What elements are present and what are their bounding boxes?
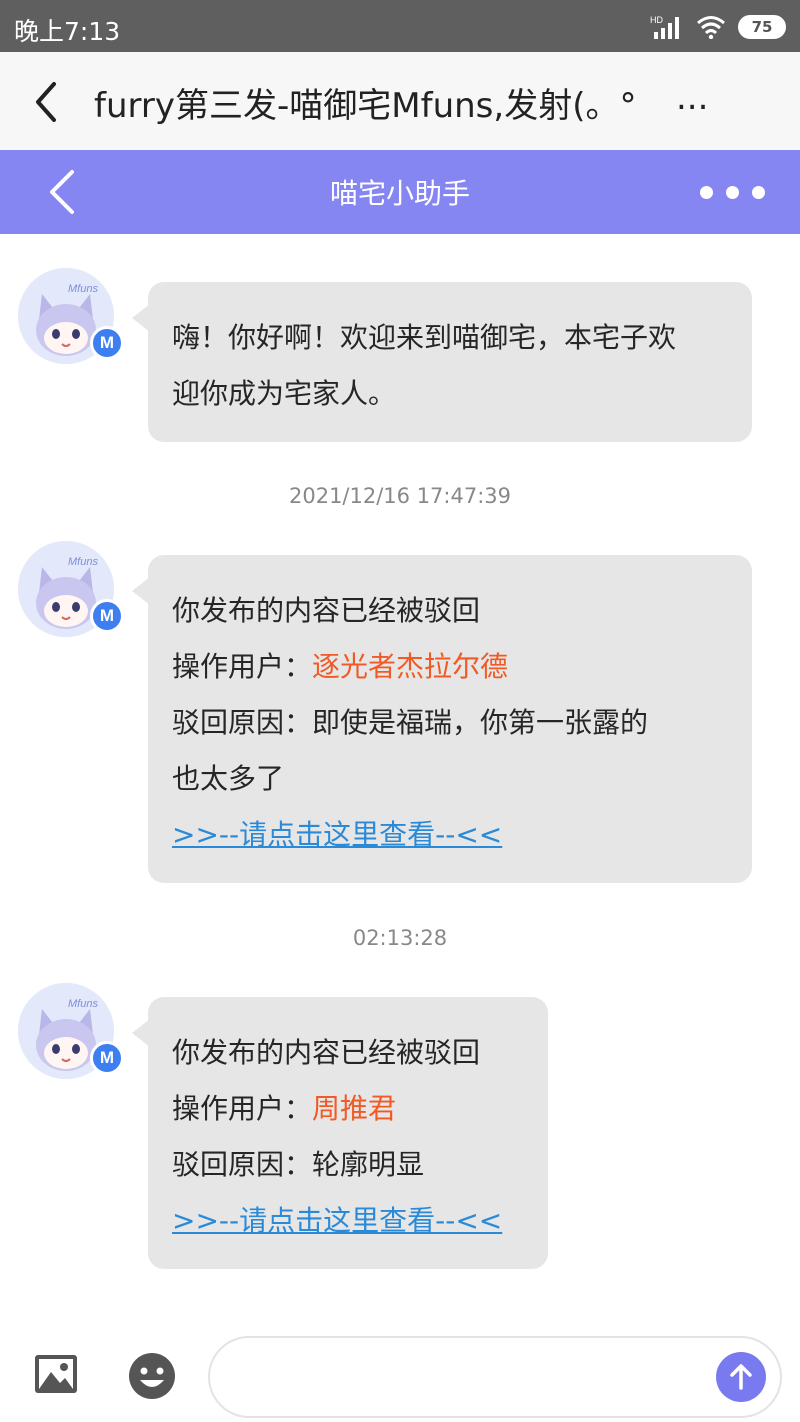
app-header: 喵宅小助手 (0, 150, 800, 234)
more-dots-icon[interactable] (700, 186, 765, 199)
message-timestamp: 02:13:28 (352, 926, 448, 950)
signal-icon: HD (650, 15, 679, 39)
operator-label: 操作用户： (172, 650, 313, 683)
m-badge: M (90, 326, 124, 360)
svg-text:Mfuns: Mfuns (68, 998, 98, 1010)
avatar[interactable]: Mfuns M (18, 541, 124, 637)
avatar[interactable]: Mfuns M (18, 983, 124, 1079)
status-bar: 晚上7:13 HD 75 (0, 0, 800, 52)
operator-line: 操作用户：周推君 (172, 1081, 524, 1137)
m-badge: M (90, 599, 124, 633)
image-icon[interactable] (34, 1354, 78, 1394)
status-time: 晚上7:13 (14, 17, 121, 46)
status-icons: HD 75 (650, 13, 786, 41)
message-bubble: 你发布的内容已经被驳回 操作用户：周推君 驳回原因：轮廓明显 >>--请点击这里… (132, 997, 548, 1269)
message-text: 你发布的内容已经被驳回 (172, 594, 481, 627)
message-text: 嗨！你好啊！欢迎来到喵御宅，本宅子欢 (172, 321, 677, 354)
arrow-up-icon (730, 1364, 752, 1390)
reason-text: 驳回原因：即使是福瑞，你第一张露的 (172, 706, 649, 739)
view-details-link[interactable]: >>--请点击这里查看--<< (172, 1193, 524, 1249)
operator-name[interactable]: 周推君 (312, 1092, 396, 1125)
message-input[interactable] (208, 1336, 782, 1418)
chat-title: 喵宅小助手 (329, 177, 470, 210)
message-text: 你发布的内容已经被驳回 (172, 1036, 481, 1069)
chevron-left-icon[interactable] (30, 82, 66, 122)
operator-name[interactable]: 逐光者杰拉尔德 (312, 650, 508, 683)
svg-text:HD: HD (650, 15, 663, 25)
message-text: 迎你成为宅家人。 (172, 377, 397, 410)
title-ellipsis: ... (676, 78, 709, 118)
browser-title-bar: furry第三发-喵御宅Mfuns,发射(。° ... (0, 52, 800, 150)
operator-label: 操作用户： (172, 1092, 313, 1125)
input-bar (0, 1322, 800, 1422)
emoji-icon[interactable] (128, 1352, 176, 1400)
message-bubble: 嗨！你好啊！欢迎来到喵御宅，本宅子欢 迎你成为宅家人。 (132, 282, 752, 442)
reason-text: 驳回原因：轮廓明显 (172, 1148, 425, 1181)
message-timestamp: 2021/12/16 17:47:39 (288, 484, 512, 508)
m-badge: M (90, 1041, 124, 1075)
send-button[interactable] (716, 1352, 766, 1402)
svg-text:Mfuns: Mfuns (68, 283, 98, 295)
message-bubble: 你发布的内容已经被驳回 操作用户：逐光者杰拉尔德 驳回原因：即使是福瑞，你第一张… (132, 555, 752, 883)
page-title: furry第三发-喵御宅Mfuns,发射(。° (94, 86, 637, 126)
wifi-icon (697, 16, 725, 39)
battery-indicator: 75 (738, 15, 786, 39)
operator-line: 操作用户：逐光者杰拉尔德 (172, 639, 728, 695)
avatar[interactable]: Mfuns M (18, 268, 124, 364)
svg-text:Mfuns: Mfuns (68, 556, 98, 568)
view-details-link[interactable]: >>--请点击这里查看--<< (172, 807, 728, 863)
reason-text: 也太多了 (172, 762, 285, 795)
